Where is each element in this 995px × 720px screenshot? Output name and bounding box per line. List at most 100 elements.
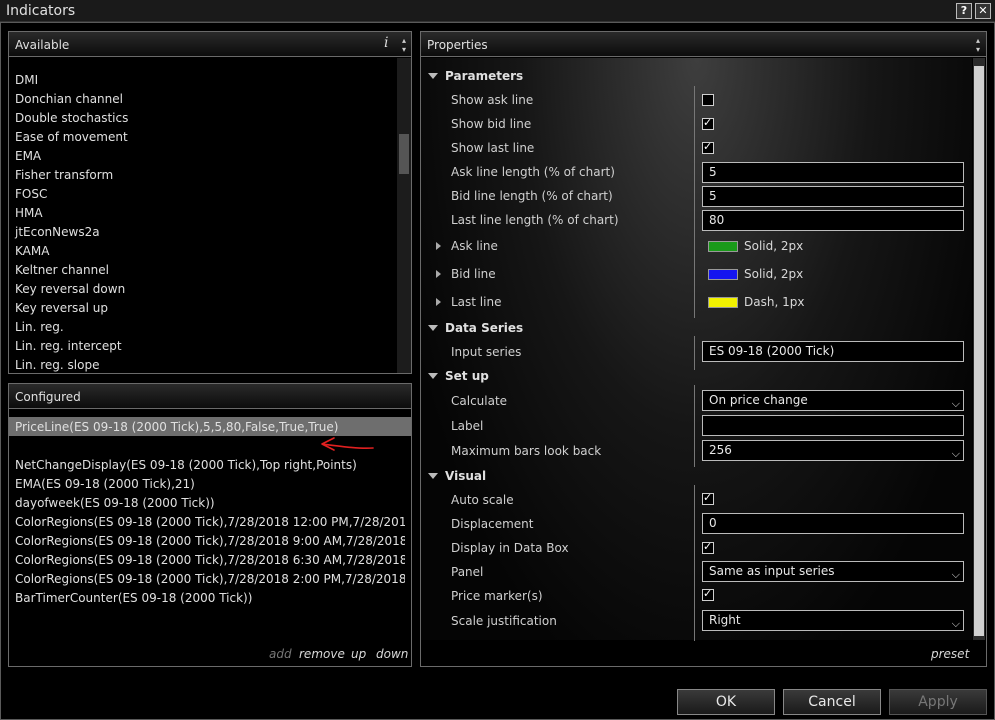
display-in-data-box-checkbox[interactable]: ✓ xyxy=(702,540,714,554)
ask-line-length-label: Ask line length (% of chart) xyxy=(451,165,615,179)
max-bars-label: Maximum bars look back xyxy=(451,444,602,458)
configured-list-item[interactable]: NetChangeDisplay(ES 09-18 (2000 Tick),To… xyxy=(15,458,357,472)
configured-list-item[interactable]: ColorRegions(ES 09-18 (2000 Tick),7/28/2… xyxy=(15,572,405,586)
chevron-down-icon: ⌵ xyxy=(951,447,960,460)
ok-button[interactable]: OK xyxy=(677,689,775,715)
category-data-series[interactable]: Data Series xyxy=(445,321,523,335)
scale-justification-value: Right xyxy=(709,613,741,627)
input-series-field[interactable]: ES 09-18 (2000 Tick) xyxy=(702,341,964,362)
chevron-down-icon: ⌵ xyxy=(951,617,960,630)
panel-select[interactable]: Same as input series ⌵ xyxy=(702,561,964,582)
configured-header: Configured xyxy=(9,384,411,409)
available-list-item[interactable]: Keltner channel xyxy=(15,263,109,277)
ask-line-color-swatch[interactable] xyxy=(708,241,738,252)
configured-list-item[interactable]: ColorRegions(ES 09-18 (2000 Tick),7/28/2… xyxy=(15,515,405,529)
close-button[interactable]: ✕ xyxy=(975,3,991,19)
parameters-collapse-icon[interactable] xyxy=(428,73,438,79)
calculate-value: On price change xyxy=(709,393,808,407)
available-scrollbar[interactable] xyxy=(397,58,411,373)
configured-list-item[interactable]: dayofweek(ES 09-18 (2000 Tick)) xyxy=(15,496,215,510)
panel-value: Same as input series xyxy=(709,564,835,578)
bid-line-expand-icon[interactable] xyxy=(436,270,441,278)
available-list-item[interactable]: Lin. reg. xyxy=(15,320,64,334)
properties-header: Properties ▴ ▾ xyxy=(421,32,986,57)
available-list-item[interactable]: Ease of movement xyxy=(15,130,128,144)
available-list-item[interactable]: Donchian channel xyxy=(15,92,123,106)
price-markers-label: Price marker(s) xyxy=(451,589,543,603)
configured-list-item[interactable]: ColorRegions(ES 09-18 (2000 Tick),7/28/2… xyxy=(15,534,405,548)
chevron-down-icon: ⌵ xyxy=(951,397,960,410)
last-line-length-input[interactable]: 80 xyxy=(702,210,964,231)
configured-list-item[interactable]: ColorRegions(ES 09-18 (2000 Tick),7/28/2… xyxy=(15,553,405,567)
available-list-item[interactable]: Key reversal down xyxy=(15,282,125,296)
available-list-item[interactable]: Key reversal up xyxy=(15,301,108,315)
displacement-input[interactable]: 0 xyxy=(702,513,964,534)
check-icon: ✓ xyxy=(703,140,713,153)
cancel-button[interactable]: Cancel xyxy=(783,689,881,715)
data-series-collapse-icon[interactable] xyxy=(428,325,438,331)
available-list-item[interactable]: DMI xyxy=(15,73,38,87)
check-icon: ✓ xyxy=(703,540,713,553)
auto-scale-checkbox[interactable]: ✓ xyxy=(702,491,714,505)
configured-list-item[interactable]: BarTimerCounter(ES 09-18 (2000 Tick)) xyxy=(15,591,252,605)
configured-list-item[interactable]: PriceLine(ES 09-18 (2000 Tick),5,5,80,Fa… xyxy=(15,420,338,434)
help-button[interactable]: ? xyxy=(956,3,972,19)
last-line-color-swatch[interactable] xyxy=(708,297,738,308)
bid-line-label: Bid line xyxy=(451,267,496,281)
label-label: Label xyxy=(451,419,484,433)
remove-link[interactable]: remove xyxy=(299,647,345,661)
visual-collapse-icon[interactable] xyxy=(428,473,438,479)
down-link[interactable]: down xyxy=(376,647,408,661)
title-bar: Indicators ? ✕ xyxy=(0,0,995,22)
available-list-item[interactable]: Double stochastics xyxy=(15,111,128,125)
bid-line-style: Solid, 2px xyxy=(744,267,804,281)
available-list-item[interactable]: EMA xyxy=(15,149,41,163)
price-markers-checkbox[interactable]: ✓ xyxy=(702,587,714,601)
available-list-item[interactable]: Fisher transform xyxy=(15,168,113,182)
available-list-item[interactable]: jtEconNews2a xyxy=(15,225,100,239)
available-list-item[interactable]: FOSC xyxy=(15,187,47,201)
column-divider xyxy=(694,86,695,318)
bid-line-length-label: Bid line length (% of chart) xyxy=(451,189,613,203)
up-link[interactable]: up xyxy=(351,647,366,661)
available-scroll-thumb[interactable] xyxy=(399,134,409,174)
input-series-label: Input series xyxy=(451,345,522,359)
available-scroll-arrows-icon[interactable]: ▴ ▾ xyxy=(399,36,409,54)
available-list-item[interactable]: Lin. reg. intercept xyxy=(15,339,122,353)
category-setup[interactable]: Set up xyxy=(445,369,489,383)
scale-justification-select[interactable]: Right ⌵ xyxy=(702,610,964,631)
category-parameters[interactable]: Parameters xyxy=(445,69,523,83)
show-bid-line-checkbox[interactable]: ✓ xyxy=(702,116,714,130)
available-list-item[interactable]: Lin. reg. slope xyxy=(15,358,99,372)
configured-list-item[interactable]: EMA(ES 09-18 (2000 Tick),21) xyxy=(15,477,195,491)
available-list-item[interactable]: KAMA xyxy=(15,244,49,258)
display-in-data-box-label: Display in Data Box xyxy=(451,541,569,555)
ask-line-length-input[interactable]: 5 xyxy=(702,162,964,183)
column-divider xyxy=(694,485,695,641)
preset-link[interactable]: preset xyxy=(931,647,969,661)
window-title: Indicators xyxy=(6,3,76,19)
available-header: Available i ▴ ▾ xyxy=(9,32,411,57)
last-line-expand-icon[interactable] xyxy=(436,298,441,306)
properties-scroll-thumb[interactable] xyxy=(974,66,984,636)
max-bars-select[interactable]: 256 ⌵ xyxy=(702,440,964,461)
show-last-line-checkbox[interactable]: ✓ xyxy=(702,140,714,154)
last-line-length-label: Last line length (% of chart) xyxy=(451,213,619,227)
category-visual[interactable]: Visual xyxy=(445,469,486,483)
apply-button[interactable]: Apply xyxy=(889,689,987,715)
add-link[interactable]: add xyxy=(269,647,292,661)
setup-collapse-icon[interactable] xyxy=(428,373,438,379)
properties-scrollbar[interactable] xyxy=(973,58,985,640)
bid-line-color-swatch[interactable] xyxy=(708,269,738,280)
bid-line-length-input[interactable]: 5 xyxy=(702,186,964,207)
show-ask-line-label: Show ask line xyxy=(451,93,534,107)
show-ask-line-checkbox[interactable] xyxy=(702,94,714,106)
column-divider xyxy=(694,336,695,370)
calculate-select[interactable]: On price change ⌵ xyxy=(702,390,964,411)
label-input[interactable] xyxy=(702,415,964,436)
properties-scroll-arrows-icon[interactable]: ▴ ▾ xyxy=(973,36,983,54)
available-list-item[interactable]: HMA xyxy=(15,206,43,220)
ask-line-expand-icon[interactable] xyxy=(436,242,441,250)
info-icon[interactable]: i xyxy=(384,35,388,51)
show-last-line-label: Show last line xyxy=(451,141,535,155)
